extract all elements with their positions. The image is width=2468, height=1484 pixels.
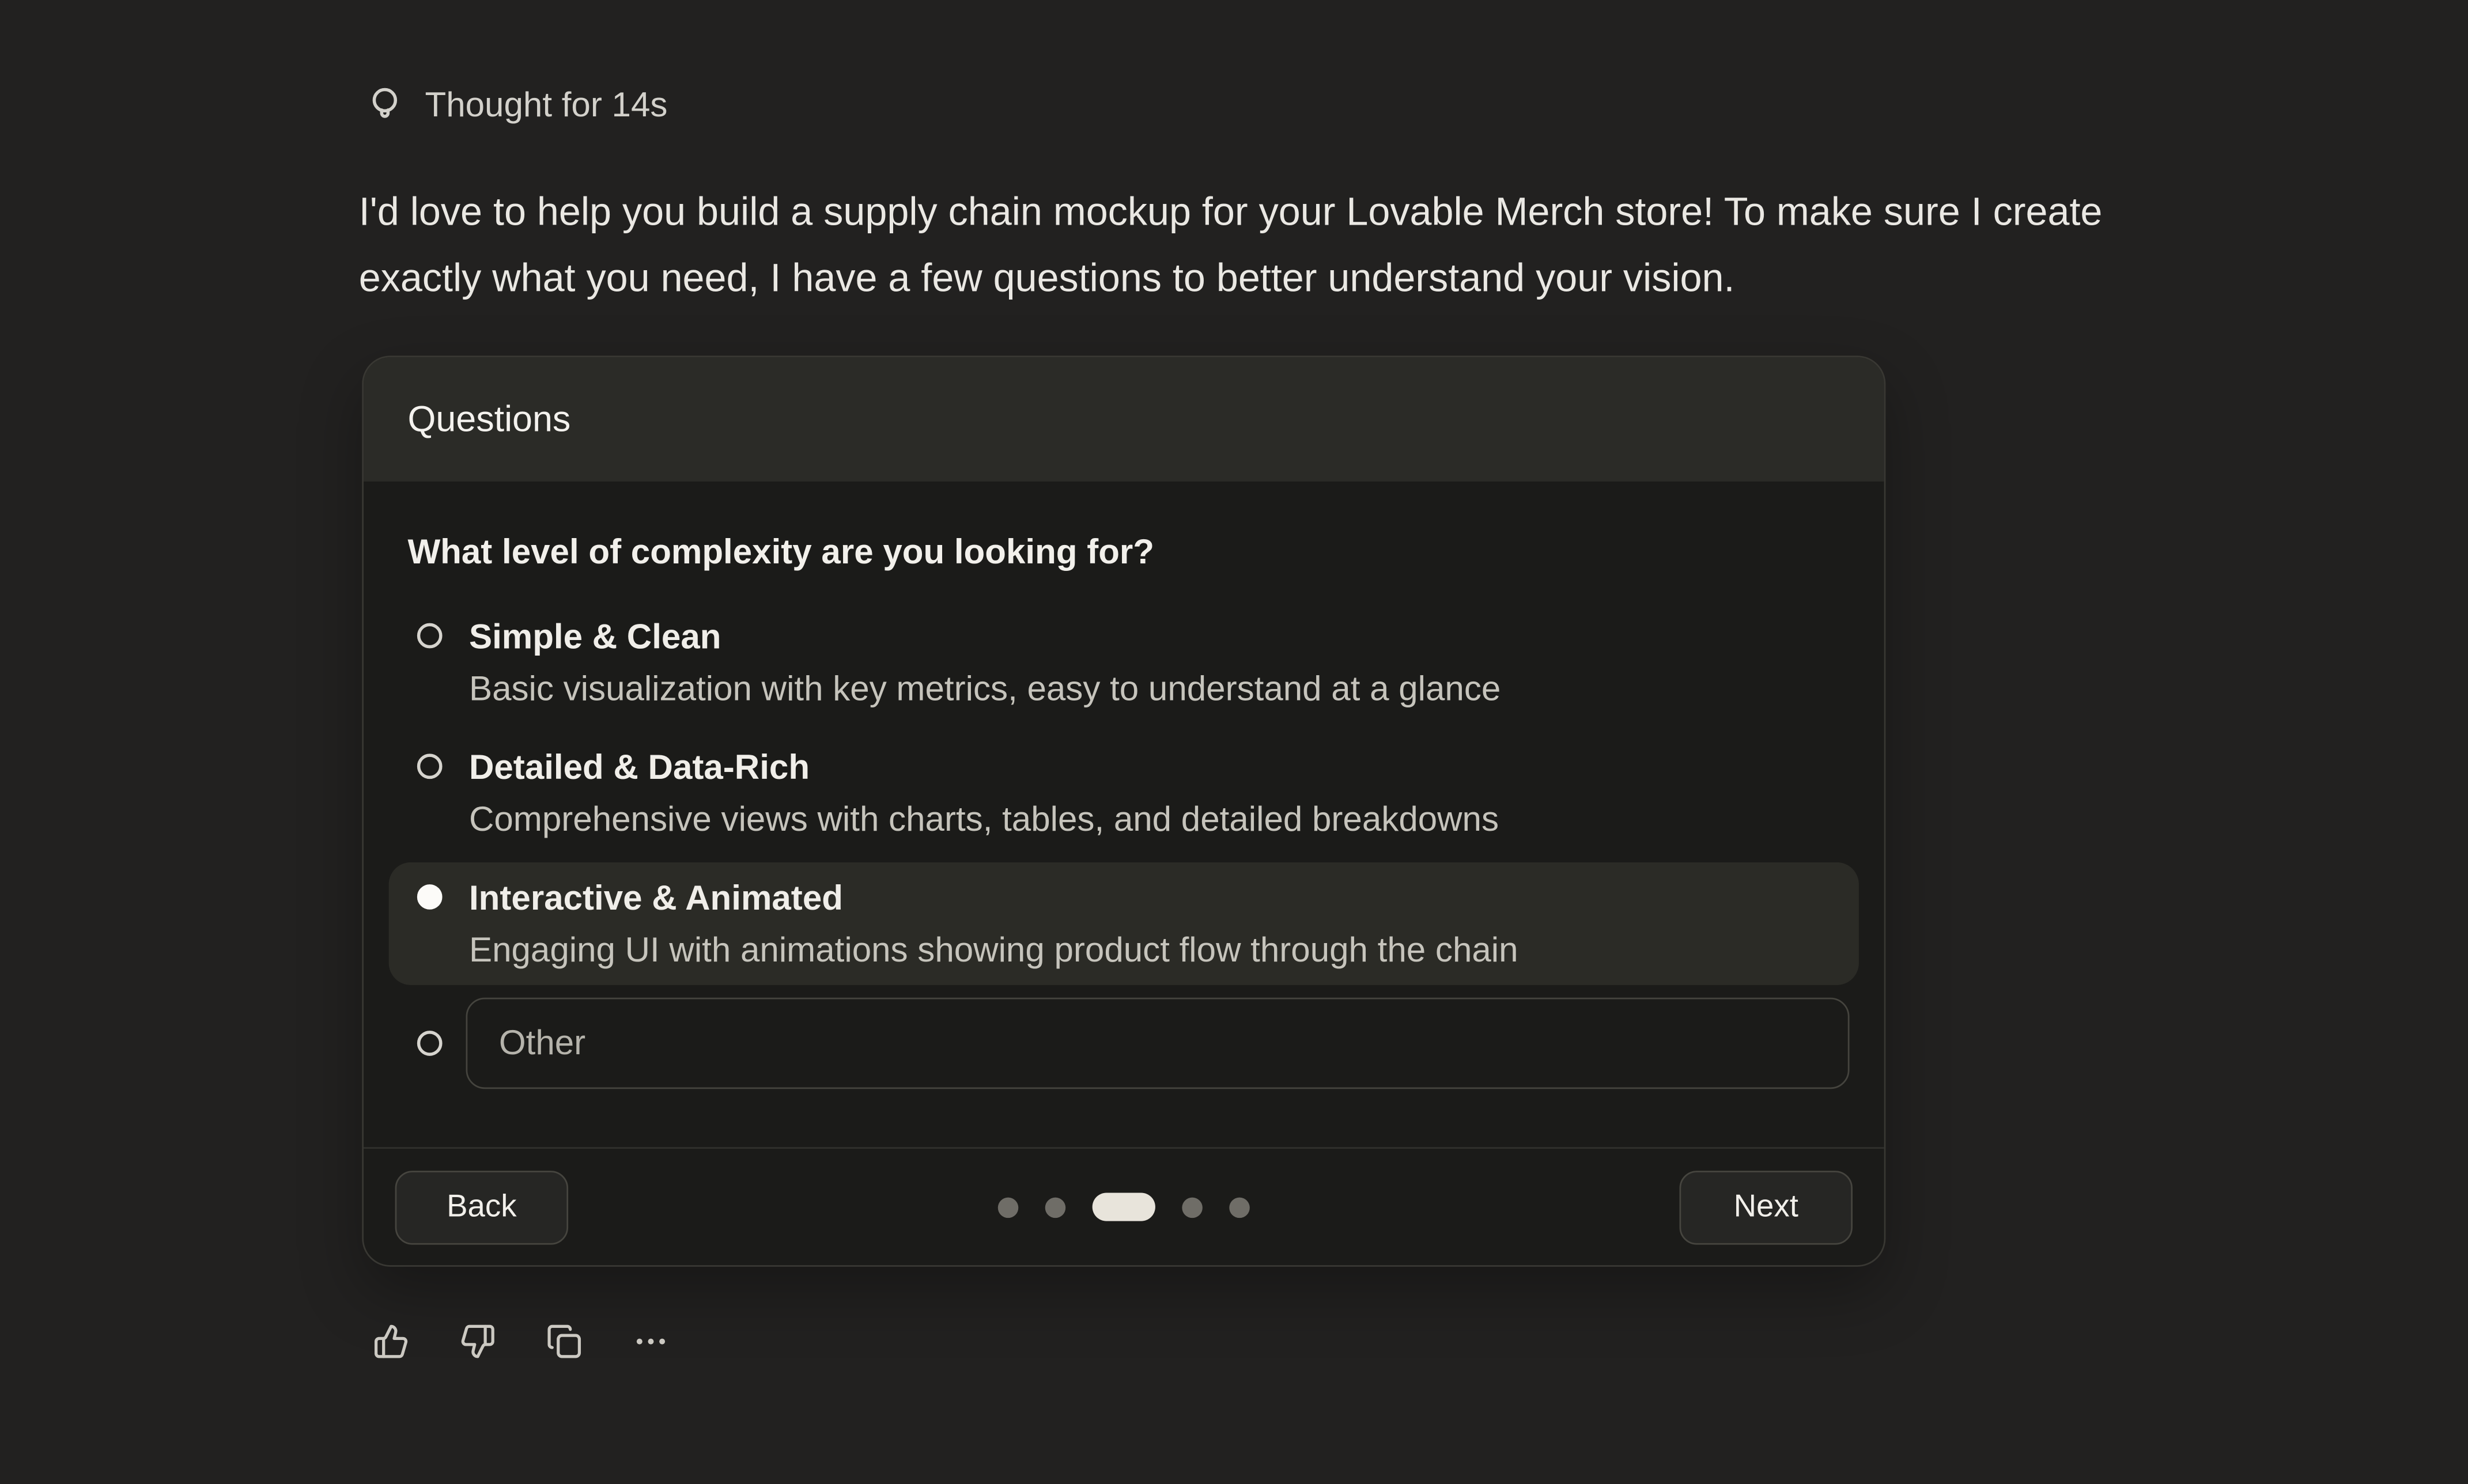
radio-unselected-icon[interactable] bbox=[417, 623, 443, 649]
thumbs-up-icon bbox=[373, 1323, 409, 1360]
question-text: What level of complexity are you looking… bbox=[407, 529, 1840, 576]
more-options-button[interactable] bbox=[633, 1323, 669, 1360]
back-button[interactable]: Back bbox=[395, 1170, 568, 1244]
option-label: Interactive & Animated bbox=[469, 872, 1518, 923]
next-button[interactable]: Next bbox=[1680, 1170, 1853, 1244]
option-other[interactable] bbox=[389, 998, 1859, 1089]
option-simple-clean[interactable]: Simple & Clean Basic visualization with … bbox=[389, 601, 1859, 724]
thought-label: Thought for 14s bbox=[425, 84, 668, 125]
pagination-dot-active bbox=[1093, 1192, 1155, 1221]
pagination-dot bbox=[1182, 1197, 1203, 1217]
option-text: Simple & Clean Basic visualization with … bbox=[469, 611, 1501, 714]
radio-unselected-icon[interactable] bbox=[417, 1031, 443, 1056]
copy-icon bbox=[546, 1323, 583, 1360]
other-input[interactable] bbox=[466, 998, 1850, 1089]
thumbs-down-button[interactable] bbox=[460, 1323, 496, 1360]
option-text: Detailed & Data-Rich Comprehensive views… bbox=[469, 741, 1499, 845]
option-description: Basic visualization with key metrics, ea… bbox=[469, 662, 1501, 714]
assistant-message-text: I'd love to help you build a supply chai… bbox=[359, 179, 2197, 311]
card-body: What level of complexity are you looking… bbox=[364, 482, 1884, 1147]
option-text: Interactive & Animated Engaging UI with … bbox=[469, 872, 1518, 975]
radio-selected-icon[interactable] bbox=[417, 884, 443, 910]
pagination-dot bbox=[998, 1197, 1019, 1217]
pagination-dot bbox=[1045, 1197, 1066, 1217]
card-title: Questions bbox=[407, 398, 570, 441]
thumbs-up-button[interactable] bbox=[373, 1323, 409, 1360]
pagination-dot bbox=[1229, 1197, 1250, 1217]
lightbulb-icon bbox=[364, 84, 406, 126]
radio-unselected-icon[interactable] bbox=[417, 754, 443, 779]
option-detailed-data-rich[interactable]: Detailed & Data-Rich Comprehensive views… bbox=[389, 732, 1859, 854]
card-header: Questions bbox=[364, 357, 1884, 482]
questions-card: Questions What level of complexity are y… bbox=[362, 355, 1885, 1267]
option-label: Simple & Clean bbox=[469, 611, 1501, 662]
option-label: Detailed & Data-Rich bbox=[469, 741, 1499, 793]
thumbs-down-icon bbox=[460, 1323, 496, 1360]
pagination-dots bbox=[998, 1192, 1250, 1221]
card-footer: Back Next bbox=[364, 1147, 1884, 1265]
option-description: Engaging UI with animations showing prod… bbox=[469, 923, 1518, 975]
copy-button[interactable] bbox=[546, 1323, 583, 1360]
thought-toggle[interactable]: Thought for 14s bbox=[364, 84, 667, 126]
option-interactive-animated[interactable]: Interactive & Animated Engaging UI with … bbox=[389, 862, 1859, 985]
message-actions bbox=[373, 1323, 669, 1360]
chat-message-view: Thought for 14s I'd love to help you bui… bbox=[0, 0, 2468, 1484]
more-options-icon bbox=[633, 1323, 669, 1360]
option-description: Comprehensive views with charts, tables,… bbox=[469, 793, 1499, 845]
